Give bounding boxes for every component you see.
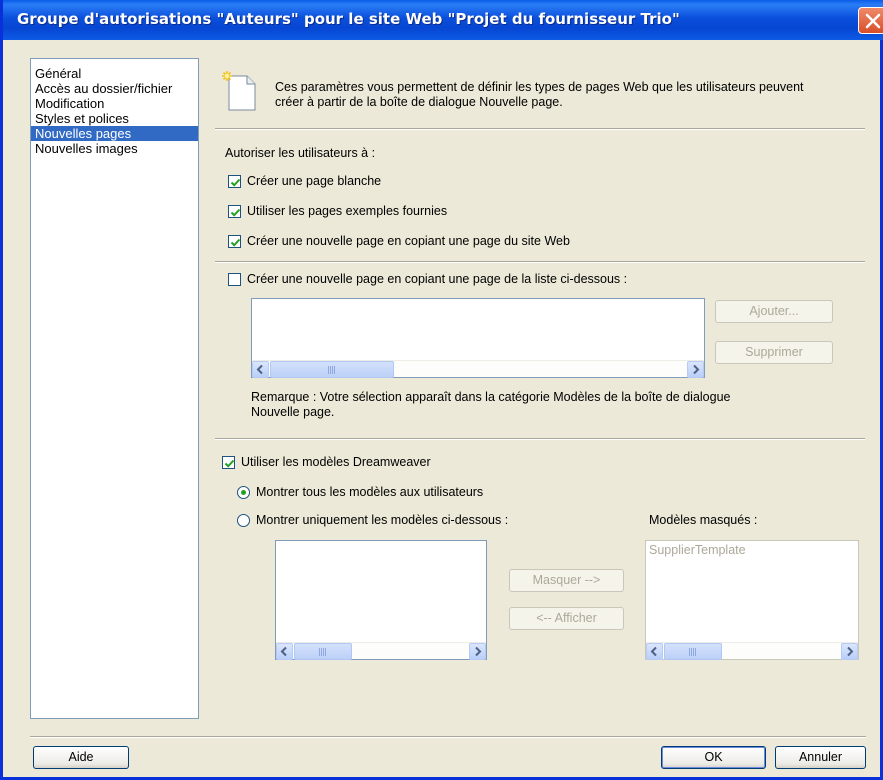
scroll-left-button[interactable] [646, 643, 663, 660]
new-pages-panel: Ces paramètres vous permettent de défini… [209, 58, 865, 723]
check-icon [230, 238, 241, 247]
hidden-templates-listbox[interactable]: SupplierTemplate [645, 540, 859, 660]
use-templates-checkbox[interactable] [222, 456, 235, 469]
check-icon [224, 459, 235, 468]
category-item[interactable]: Modification [31, 96, 198, 111]
cancel-button[interactable]: Annuler [775, 746, 866, 769]
remove-button[interactable]: Supprimer [715, 341, 833, 364]
copy-site-page-label[interactable]: Créer une nouvelle page en copiant une p… [247, 234, 570, 248]
copy-list-label[interactable]: Créer une nouvelle page en copiant une p… [247, 272, 627, 286]
hidden-templates-label: Modèles masqués : [649, 513, 758, 527]
separator [30, 736, 866, 738]
visible-templates-listbox[interactable] [275, 540, 487, 660]
chevron-left-icon [256, 364, 263, 375]
close-icon [865, 13, 881, 29]
chevron-left-icon [280, 646, 287, 657]
permissions-dialog: Groupe d'autorisations "Auteurs" pour le… [0, 0, 883, 780]
scroll-right-button[interactable] [469, 643, 486, 660]
category-item[interactable]: Styles et polices [31, 111, 198, 126]
category-item[interactable]: Nouvelles images [31, 141, 198, 156]
header-description: Ces paramètres vous permettent de défini… [275, 80, 804, 109]
chevron-right-icon [693, 364, 700, 375]
scroll-thumb[interactable] [664, 643, 722, 660]
hidden-template-item[interactable]: SupplierTemplate [649, 543, 746, 557]
blank-page-label[interactable]: Créer une page blanche [247, 174, 381, 188]
window-title: Groupe d'autorisations "Auteurs" pour le… [17, 10, 680, 28]
horizontal-scrollbar[interactable] [276, 642, 486, 660]
show-button[interactable]: <-- Afficher [509, 607, 624, 630]
copy-pages-listbox[interactable] [251, 298, 705, 378]
show-all-radio[interactable] [237, 486, 250, 499]
show-only-label[interactable]: Montrer uniquement les modèles ci-dessou… [256, 513, 508, 527]
sample-pages-checkbox[interactable] [228, 205, 241, 218]
scroll-left-button[interactable] [276, 643, 293, 660]
category-item[interactable]: Nouvelles pages [31, 126, 198, 141]
chevron-right-icon [847, 646, 854, 657]
blank-page-checkbox[interactable] [228, 175, 241, 188]
copy-list-checkbox[interactable] [228, 273, 241, 286]
title-bar: Groupe d'autorisations "Auteurs" pour le… [3, 0, 883, 40]
selection-note: Remarque : Votre sélection apparaît dans… [251, 390, 731, 419]
sample-pages-label[interactable]: Utiliser les pages exemples fournies [247, 204, 447, 218]
category-list[interactable]: Général Accès au dossier/fichier Modificat… [30, 58, 199, 719]
ok-button[interactable]: OK [661, 746, 766, 769]
close-button[interactable] [858, 7, 883, 34]
allow-users-label: Autoriser les utilisateurs à : [225, 146, 376, 160]
use-templates-label[interactable]: Utiliser les modèles Dreamweaver [241, 455, 431, 469]
scroll-right-button[interactable] [841, 643, 858, 660]
show-only-radio[interactable] [237, 514, 250, 527]
separator [215, 438, 865, 440]
separator [215, 261, 865, 263]
check-icon [230, 178, 241, 187]
scroll-left-button[interactable] [252, 361, 269, 378]
help-button[interactable]: Aide [33, 746, 129, 769]
new-page-icon [222, 71, 256, 111]
scroll-thumb[interactable] [270, 361, 394, 378]
category-item[interactable]: Accès au dossier/fichier [31, 81, 198, 96]
horizontal-scrollbar[interactable] [646, 642, 858, 660]
scroll-thumb[interactable] [294, 643, 352, 660]
horizontal-scrollbar[interactable] [252, 360, 704, 378]
hide-button[interactable]: Masquer --> [509, 569, 624, 592]
copy-site-page-checkbox[interactable] [228, 235, 241, 248]
separator [215, 128, 865, 130]
check-icon [230, 208, 241, 217]
chevron-right-icon [475, 646, 482, 657]
chevron-left-icon [650, 646, 657, 657]
add-button[interactable]: Ajouter... [715, 300, 833, 323]
scroll-right-button[interactable] [687, 361, 704, 378]
category-item[interactable]: Général [31, 66, 198, 81]
show-all-label[interactable]: Montrer tous les modèles aux utilisateur… [256, 485, 483, 499]
